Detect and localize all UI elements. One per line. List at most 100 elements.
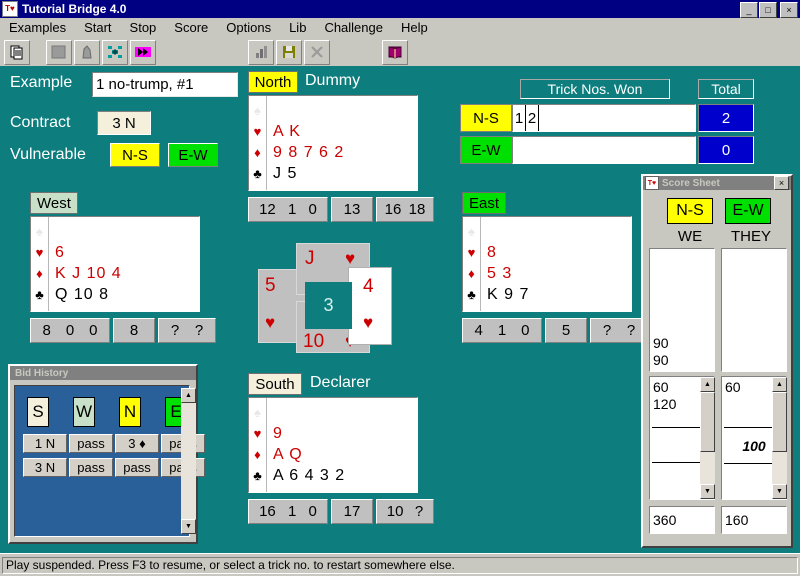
- suit-symbols-north: ♠ ♥ ♦ ♣: [249, 96, 267, 190]
- score-above-we[interactable]: 90 90: [649, 248, 715, 372]
- stat-group-c: ? ?: [590, 318, 648, 343]
- bid-cell[interactable]: 1 N: [23, 434, 67, 453]
- hand-west[interactable]: ♠ ♥ ♦ ♣ 6 K J 10 4 Q 10 8: [30, 216, 200, 312]
- maximize-button[interactable]: □: [759, 2, 777, 18]
- trick-nos-header: Trick Nos. Won: [520, 79, 670, 99]
- cards-hearts[interactable]: 8: [487, 242, 631, 263]
- cards-clubs[interactable]: Q 10 8: [55, 284, 199, 305]
- example-input[interactable]: 1 no-trump, #1: [92, 72, 238, 97]
- cards-hearts[interactable]: 6: [55, 242, 199, 263]
- bid-cell[interactable]: pass: [69, 458, 113, 477]
- scrollbar-track[interactable]: [772, 452, 787, 484]
- stat-value: 10: [386, 503, 404, 520]
- scroll-up-icon[interactable]: ▲: [772, 377, 787, 392]
- hand-east[interactable]: ♠ ♥ ♦ ♣ 8 5 3 K 9 7: [462, 216, 632, 312]
- cards-spades[interactable]: [487, 221, 631, 242]
- stat-value: 17: [343, 503, 361, 520]
- heart-icon: ♥: [265, 313, 276, 332]
- hand-north[interactable]: ♠ ♥ ♦ ♣ A K 9 8 7 6 2 J 5: [248, 95, 418, 191]
- seat-label-east: East: [462, 192, 506, 214]
- menu-options[interactable]: Options: [217, 19, 280, 37]
- tricks-row-ns-cells[interactable]: 1 2: [512, 104, 696, 132]
- stat-value: 12: [259, 201, 276, 218]
- bid-cell[interactable]: pass: [115, 458, 159, 477]
- cards-clubs[interactable]: A 6 4 3 2: [273, 465, 417, 486]
- menu-examples[interactable]: Examples: [0, 19, 75, 37]
- save-icon[interactable]: [276, 39, 302, 65]
- stats-east: 4 1 0 5 ? ?: [462, 318, 651, 343]
- vulnerable-ew: E-W: [168, 143, 218, 167]
- minimize-button[interactable]: _: [740, 2, 758, 18]
- total-header: Total: [698, 79, 754, 99]
- cards-diamonds[interactable]: 5 3: [487, 263, 631, 284]
- cards-diamonds[interactable]: K J 10 4: [55, 263, 199, 284]
- scroll-down-icon[interactable]: ▼: [181, 519, 196, 534]
- chart-icon[interactable]: [248, 39, 274, 65]
- bid-cell[interactable]: 3 N: [23, 458, 67, 477]
- menu-stop[interactable]: Stop: [121, 19, 166, 37]
- scroll-down-icon[interactable]: ▼: [700, 484, 715, 499]
- close-button[interactable]: ×: [780, 2, 798, 18]
- cards-spades[interactable]: [273, 402, 417, 423]
- menu-start[interactable]: Start: [75, 19, 120, 37]
- score-they-scrollbar[interactable]: ▲ ▼: [772, 377, 787, 499]
- trick-cell[interactable]: 2: [526, 105, 539, 131]
- tricks-row-ew-cells[interactable]: [512, 136, 696, 164]
- scroll-up-icon[interactable]: ▲: [700, 377, 715, 392]
- card-back-icon[interactable]: [46, 39, 72, 65]
- cards-diamonds[interactable]: 9 8 7 6 2: [273, 142, 417, 163]
- stat-value: 16: [259, 503, 276, 520]
- stat-value: 4: [474, 322, 483, 339]
- suit-symbols-east: ♠ ♥ ♦ ♣: [463, 217, 481, 311]
- stat-value: ?: [414, 503, 424, 520]
- score-above-they[interactable]: [721, 248, 787, 372]
- cards-hearts[interactable]: A K: [273, 121, 417, 142]
- score-total-we: 360: [649, 506, 715, 534]
- book-icon[interactable]: [382, 39, 408, 65]
- status-message: Play suspended. Press F3 to resume, or s…: [2, 556, 798, 574]
- cards-spades[interactable]: [273, 100, 417, 121]
- score-total-value: 360: [653, 511, 677, 528]
- menu-score[interactable]: Score: [165, 19, 217, 37]
- stat-value: 18: [408, 201, 426, 218]
- bid-cell[interactable]: 3 ♦: [115, 434, 159, 453]
- bid-history-scrollbar[interactable]: ▲ ▼: [181, 388, 196, 534]
- heart-icon: ♥: [253, 426, 262, 441]
- menu-lib[interactable]: Lib: [280, 19, 315, 37]
- cards-west: 6 K J 10 4 Q 10 8: [49, 217, 199, 311]
- cards-spades[interactable]: [55, 221, 199, 242]
- stats-west: 8 0 0 8 ? ?: [30, 318, 219, 343]
- suit-symbols-west: ♠ ♥ ♦ ♣: [31, 217, 49, 311]
- deal-icon[interactable]: [102, 39, 128, 65]
- stats-south: 16 1 0 17 10 ?: [248, 499, 437, 524]
- menu-help[interactable]: Help: [392, 19, 437, 37]
- score-sheet-title-bar[interactable]: T♥ Score Sheet ×: [643, 176, 791, 190]
- bid-history-title-bar[interactable]: Bid History: [10, 366, 196, 380]
- cards-clubs[interactable]: K 9 7: [487, 284, 631, 305]
- cards-clubs[interactable]: J 5: [273, 163, 417, 184]
- stat-value: ?: [602, 322, 612, 339]
- bid-cell[interactable]: pass: [69, 434, 113, 453]
- scroll-down-icon[interactable]: ▼: [772, 484, 787, 499]
- scrollbar-track[interactable]: [181, 403, 196, 519]
- trick-card-east[interactable]: 4 ♥: [348, 267, 392, 345]
- score-sheet-title: Score Sheet: [662, 177, 720, 189]
- copy-icon[interactable]: [4, 39, 30, 65]
- trick-cell[interactable]: 1: [513, 105, 526, 131]
- close-x-icon[interactable]: [304, 39, 330, 65]
- toolbar: [0, 38, 800, 68]
- hand-south[interactable]: ♠ ♥ ♦ ♣ 9 A Q A 6 4 3 2: [248, 397, 418, 493]
- trick-area[interactable]: 5 ♥ 10 ♥ J ♥ 4 ♥ 3: [258, 243, 398, 371]
- heart-icon: ♥: [35, 245, 44, 260]
- score-we-scrollbar[interactable]: ▲ ▼: [700, 377, 715, 499]
- scroll-up-icon[interactable]: ▲: [181, 388, 196, 403]
- score-sheet-close-button[interactable]: ×: [774, 176, 789, 190]
- fast-forward-icon[interactable]: [130, 39, 156, 65]
- menu-challenge[interactable]: Challenge: [315, 19, 392, 37]
- scrollbar-track[interactable]: [700, 452, 715, 484]
- score-sheet-icon: T♥: [645, 176, 659, 190]
- stat-group-b: 8: [113, 318, 155, 343]
- cards-hearts[interactable]: 9: [273, 423, 417, 444]
- hand-icon[interactable]: [74, 39, 100, 65]
- cards-diamonds[interactable]: A Q: [273, 444, 417, 465]
